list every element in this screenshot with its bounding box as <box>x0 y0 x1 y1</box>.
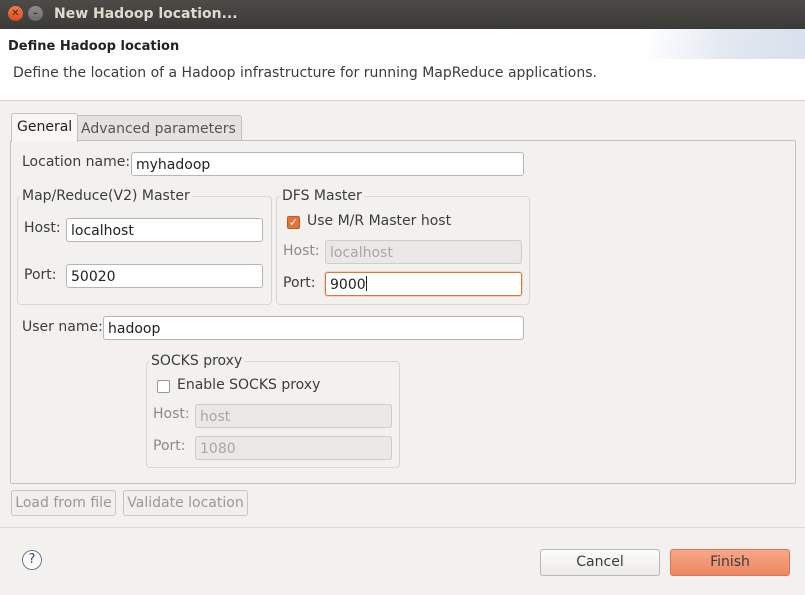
dfs-host-label: Host: <box>283 243 320 259</box>
location-name-value: myhadoop <box>136 157 211 173</box>
use-mr-host-checkbox[interactable]: ✓ <box>287 216 300 229</box>
dfs-master-title: DFS Master <box>280 188 364 204</box>
dfs-port-value: 9000 <box>330 277 366 293</box>
enable-socks-label[interactable]: Enable SOCKS proxy <box>177 377 320 393</box>
mr-host-field[interactable]: localhost <box>66 218 263 242</box>
socks-port-value: 1080 <box>200 441 236 457</box>
title-bar: ✕ – New Hadoop location... <box>0 0 805 29</box>
socks-port-label: Port: <box>153 438 186 454</box>
validate-location-button[interactable]: Validate location <box>123 490 248 516</box>
dialog-header: Define Hadoop location Define the locati… <box>0 29 805 101</box>
help-icon[interactable]: ? <box>22 550 42 570</box>
footer-separator <box>0 527 805 528</box>
window-title: New Hadoop location... <box>54 6 238 22</box>
dfs-host-value: localhost <box>330 245 393 261</box>
mr-host-label: Host: <box>24 220 61 236</box>
cancel-button[interactable]: Cancel <box>540 549 660 576</box>
dialog-title: Define Hadoop location <box>8 39 180 54</box>
user-name-value: hadoop <box>108 321 161 337</box>
socks-proxy-title: SOCKS proxy <box>149 353 245 369</box>
mr-port-value: 50020 <box>71 269 116 285</box>
load-from-file-button[interactable]: Load from file <box>11 490 116 516</box>
header-banner-graphic <box>605 29 805 59</box>
user-name-field[interactable]: hadoop <box>103 316 524 340</box>
socks-host-label: Host: <box>153 406 190 422</box>
enable-socks-checkbox[interactable] <box>157 380 170 393</box>
mr-host-value: localhost <box>71 223 134 239</box>
socks-host-value: host <box>200 409 231 425</box>
socks-host-field[interactable]: host <box>195 404 392 428</box>
tab-general[interactable]: General <box>11 113 79 142</box>
dfs-port-field[interactable]: 9000 <box>325 272 522 296</box>
location-name-field[interactable]: myhadoop <box>131 152 524 176</box>
mr-port-field[interactable]: 50020 <box>66 264 263 288</box>
dialog-description: Define the location of a Hadoop infrastr… <box>13 65 597 81</box>
user-name-label: User name: <box>22 319 103 335</box>
window-minimize-icon[interactable]: – <box>28 6 43 21</box>
socks-port-field[interactable]: 1080 <box>195 436 392 460</box>
dfs-port-label: Port: <box>283 275 316 291</box>
mr-port-label: Port: <box>24 267 57 283</box>
location-name-label: Location name: <box>22 154 131 170</box>
window-close-icon[interactable]: ✕ <box>8 6 23 21</box>
text-cursor <box>365 276 367 291</box>
use-mr-host-label[interactable]: Use M/R Master host <box>307 213 451 229</box>
mr-master-group <box>17 196 272 305</box>
finish-button[interactable]: Finish <box>670 549 790 576</box>
tab-advanced-parameters[interactable]: Advanced parameters <box>75 115 242 142</box>
dfs-host-field[interactable]: localhost <box>325 240 522 264</box>
mr-master-title: Map/Reduce(V2) Master <box>20 188 192 204</box>
